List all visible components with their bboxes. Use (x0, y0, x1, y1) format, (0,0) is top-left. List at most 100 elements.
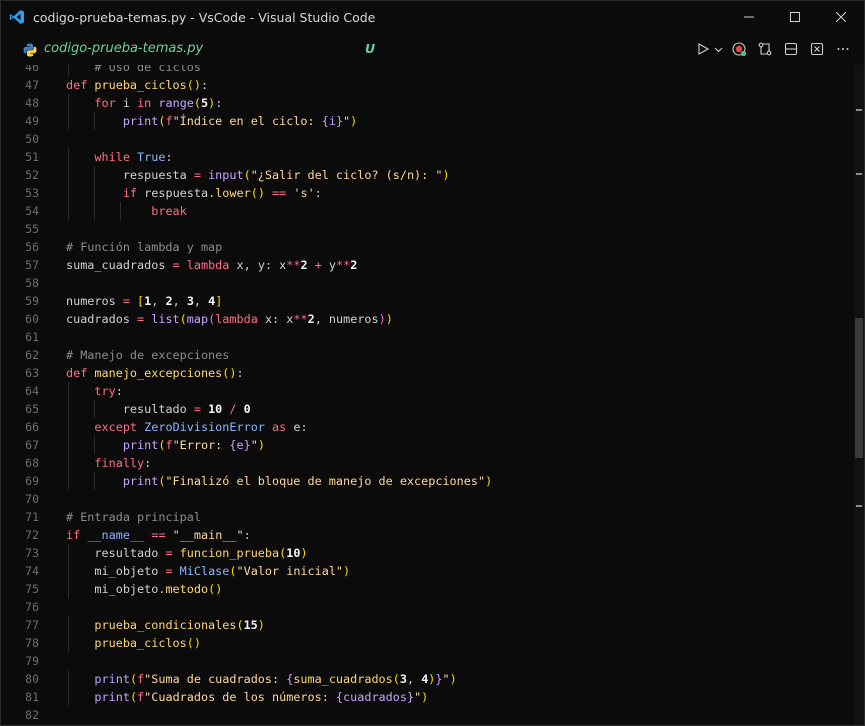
close-editor-icon (810, 42, 824, 56)
indent-guide (94, 472, 95, 490)
line-number: 53 (25, 186, 39, 200)
code-text: resultado = funcion_prueba(10) (94, 546, 308, 560)
code-line[interactable]: 47 def prueba_ciclos(): (1, 76, 856, 94)
code-text: finally: (94, 456, 152, 470)
code-line[interactable]: 74 mi_objeto = MiClase("Valor inicial") (1, 562, 856, 580)
close-editor-button[interactable] (806, 39, 828, 59)
code-line[interactable]: 50 (1, 130, 856, 148)
indent-guide (94, 112, 95, 130)
code-line[interactable]: 53 if respuesta.lower() == 's': (1, 184, 856, 202)
code-line[interactable]: 63 def manejo_excepciones(): (1, 364, 856, 382)
code-text: try: (94, 384, 123, 398)
code-line[interactable]: 71 # Entrada principal (1, 508, 856, 526)
code-line[interactable]: 70 (1, 490, 856, 508)
code-editor[interactable]: 46 # Uso de ciclos 47 def prueba_ciclos():… (1, 65, 856, 725)
line-number: 75 (25, 582, 39, 596)
close-icon (836, 12, 846, 22)
code-line[interactable]: 62 # Manejo de excepciones (1, 346, 856, 364)
more-actions-icon (837, 48, 849, 50)
minimize-button[interactable] (726, 1, 772, 33)
line-number: 49 (25, 114, 39, 128)
code-text: # Entrada principal (66, 510, 201, 524)
code-line[interactable]: 80 print(f"Suma de cuadrados: {suma_cuad… (1, 670, 856, 688)
code-line[interactable]: 81 print(f"Cuadrados de los números: {cu… (1, 688, 856, 706)
code-line[interactable]: 55 (1, 220, 856, 238)
code-line[interactable]: 65 resultado = 10 / 0 (1, 400, 856, 418)
split-editor-button[interactable] (780, 39, 802, 59)
code-line[interactable]: 49 print(f"Índice en el ciclo: {i}") (1, 112, 856, 130)
line-number: 76 (25, 600, 39, 614)
code-line[interactable]: 60 cuadrados = list(map(lambda x: x**2, n… (1, 310, 856, 328)
line-number: 81 (25, 690, 39, 704)
line-number: 54 (25, 204, 39, 218)
indent-guide (68, 400, 69, 418)
more-actions-button[interactable] (832, 39, 854, 59)
line-number: 61 (25, 330, 39, 344)
code-line[interactable]: 67 print(f"Error: {e}") (1, 436, 856, 454)
maximize-button[interactable] (772, 1, 818, 33)
code-text: suma_cuadrados = lambda x, y: x**2 + y**… (66, 258, 358, 272)
line-number: 56 (25, 240, 39, 254)
code-line[interactable]: 54 break (1, 202, 856, 220)
editor-tab-filename[interactable]: codigo-prueba-temas.py (44, 41, 203, 56)
line-number: 47 (25, 78, 39, 92)
code-line[interactable]: 48 for i in range(5): (1, 94, 856, 112)
indent-guide (68, 634, 69, 652)
code-line[interactable]: 69 print("Finalizó el bloque de manejo d… (1, 472, 856, 490)
code-line[interactable]: 59 numeros = [1, 2, 3, 4] (1, 292, 856, 310)
run-dropdown-button[interactable] (712, 39, 724, 59)
indent-guide (68, 112, 69, 130)
code-line[interactable]: 52 respuesta = input("¿Salir del ciclo? … (1, 166, 856, 184)
indent-guide (68, 454, 69, 472)
code-text: if __name__ == "__main__": (66, 528, 251, 542)
line-number: 74 (25, 564, 39, 578)
run-python-file-icon (698, 43, 709, 55)
indent-guide (94, 202, 95, 220)
code-line[interactable]: 61 (1, 328, 856, 346)
code-line[interactable]: 57 suma_cuadrados = lambda x, y: x**2 + y… (1, 256, 856, 274)
code-line[interactable]: 79 (1, 652, 856, 670)
code-line[interactable]: 75 mi_objeto.metodo() (1, 580, 856, 598)
run-python-file-button[interactable] (692, 39, 714, 59)
scroll-marker (856, 109, 862, 111)
line-number: 57 (25, 258, 39, 272)
code-line[interactable]: 68 finally: (1, 454, 856, 472)
code-line[interactable]: 51 while True: (1, 148, 856, 166)
code-line[interactable]: 73 resultado = funcion_prueba(10) (1, 544, 856, 562)
line-number: 59 (25, 294, 39, 308)
code-text: # Función lambda y map (66, 240, 223, 254)
scroll-thumb[interactable] (855, 318, 863, 458)
code-line[interactable]: 66 except ZeroDivisionError as e: (1, 418, 856, 436)
code-line[interactable]: 64 try: (1, 382, 856, 400)
line-number: 71 (25, 510, 39, 524)
compare-changes-button[interactable] (754, 39, 776, 59)
code-text: respuesta = input("¿Salir del ciclo? (s/… (122, 168, 450, 182)
indent-guide (68, 382, 69, 400)
code-line[interactable]: 46 # Uso de ciclos (1, 65, 856, 76)
line-number: 58 (25, 276, 39, 290)
line-number: 55 (25, 222, 39, 236)
indent-guide (68, 436, 69, 454)
split-editor-icon (784, 42, 798, 56)
close-button[interactable] (818, 1, 864, 33)
indent-guide (68, 670, 69, 688)
line-number: 72 (25, 528, 39, 542)
code-line[interactable]: 82 (1, 706, 856, 724)
record-button[interactable] (728, 39, 750, 59)
line-number: 65 (25, 402, 39, 416)
code-line[interactable]: 76 (1, 598, 856, 616)
code-line[interactable]: 72 if __name__ == "__main__": (1, 526, 856, 544)
code-text: print("Finalizó el bloque de manejo de e… (122, 474, 493, 488)
code-line[interactable]: 56 # Función lambda y map (1, 238, 856, 256)
line-number: 62 (25, 348, 39, 362)
line-number: 46 (25, 65, 39, 74)
indent-guide (68, 148, 69, 166)
window-title: codigo-prueba-temas.py - VsCode - Visual… (33, 9, 376, 25)
indent-guide (68, 166, 69, 184)
vertical-scrollbar[interactable] (854, 65, 864, 725)
code-line[interactable]: 78 prueba_ciclos() (1, 634, 856, 652)
code-line[interactable]: 58 (1, 274, 856, 292)
code-line[interactable]: 77 prueba_condicionales(15) (1, 616, 856, 634)
git-status-badge: U (365, 41, 376, 56)
indent-guide (94, 436, 95, 454)
